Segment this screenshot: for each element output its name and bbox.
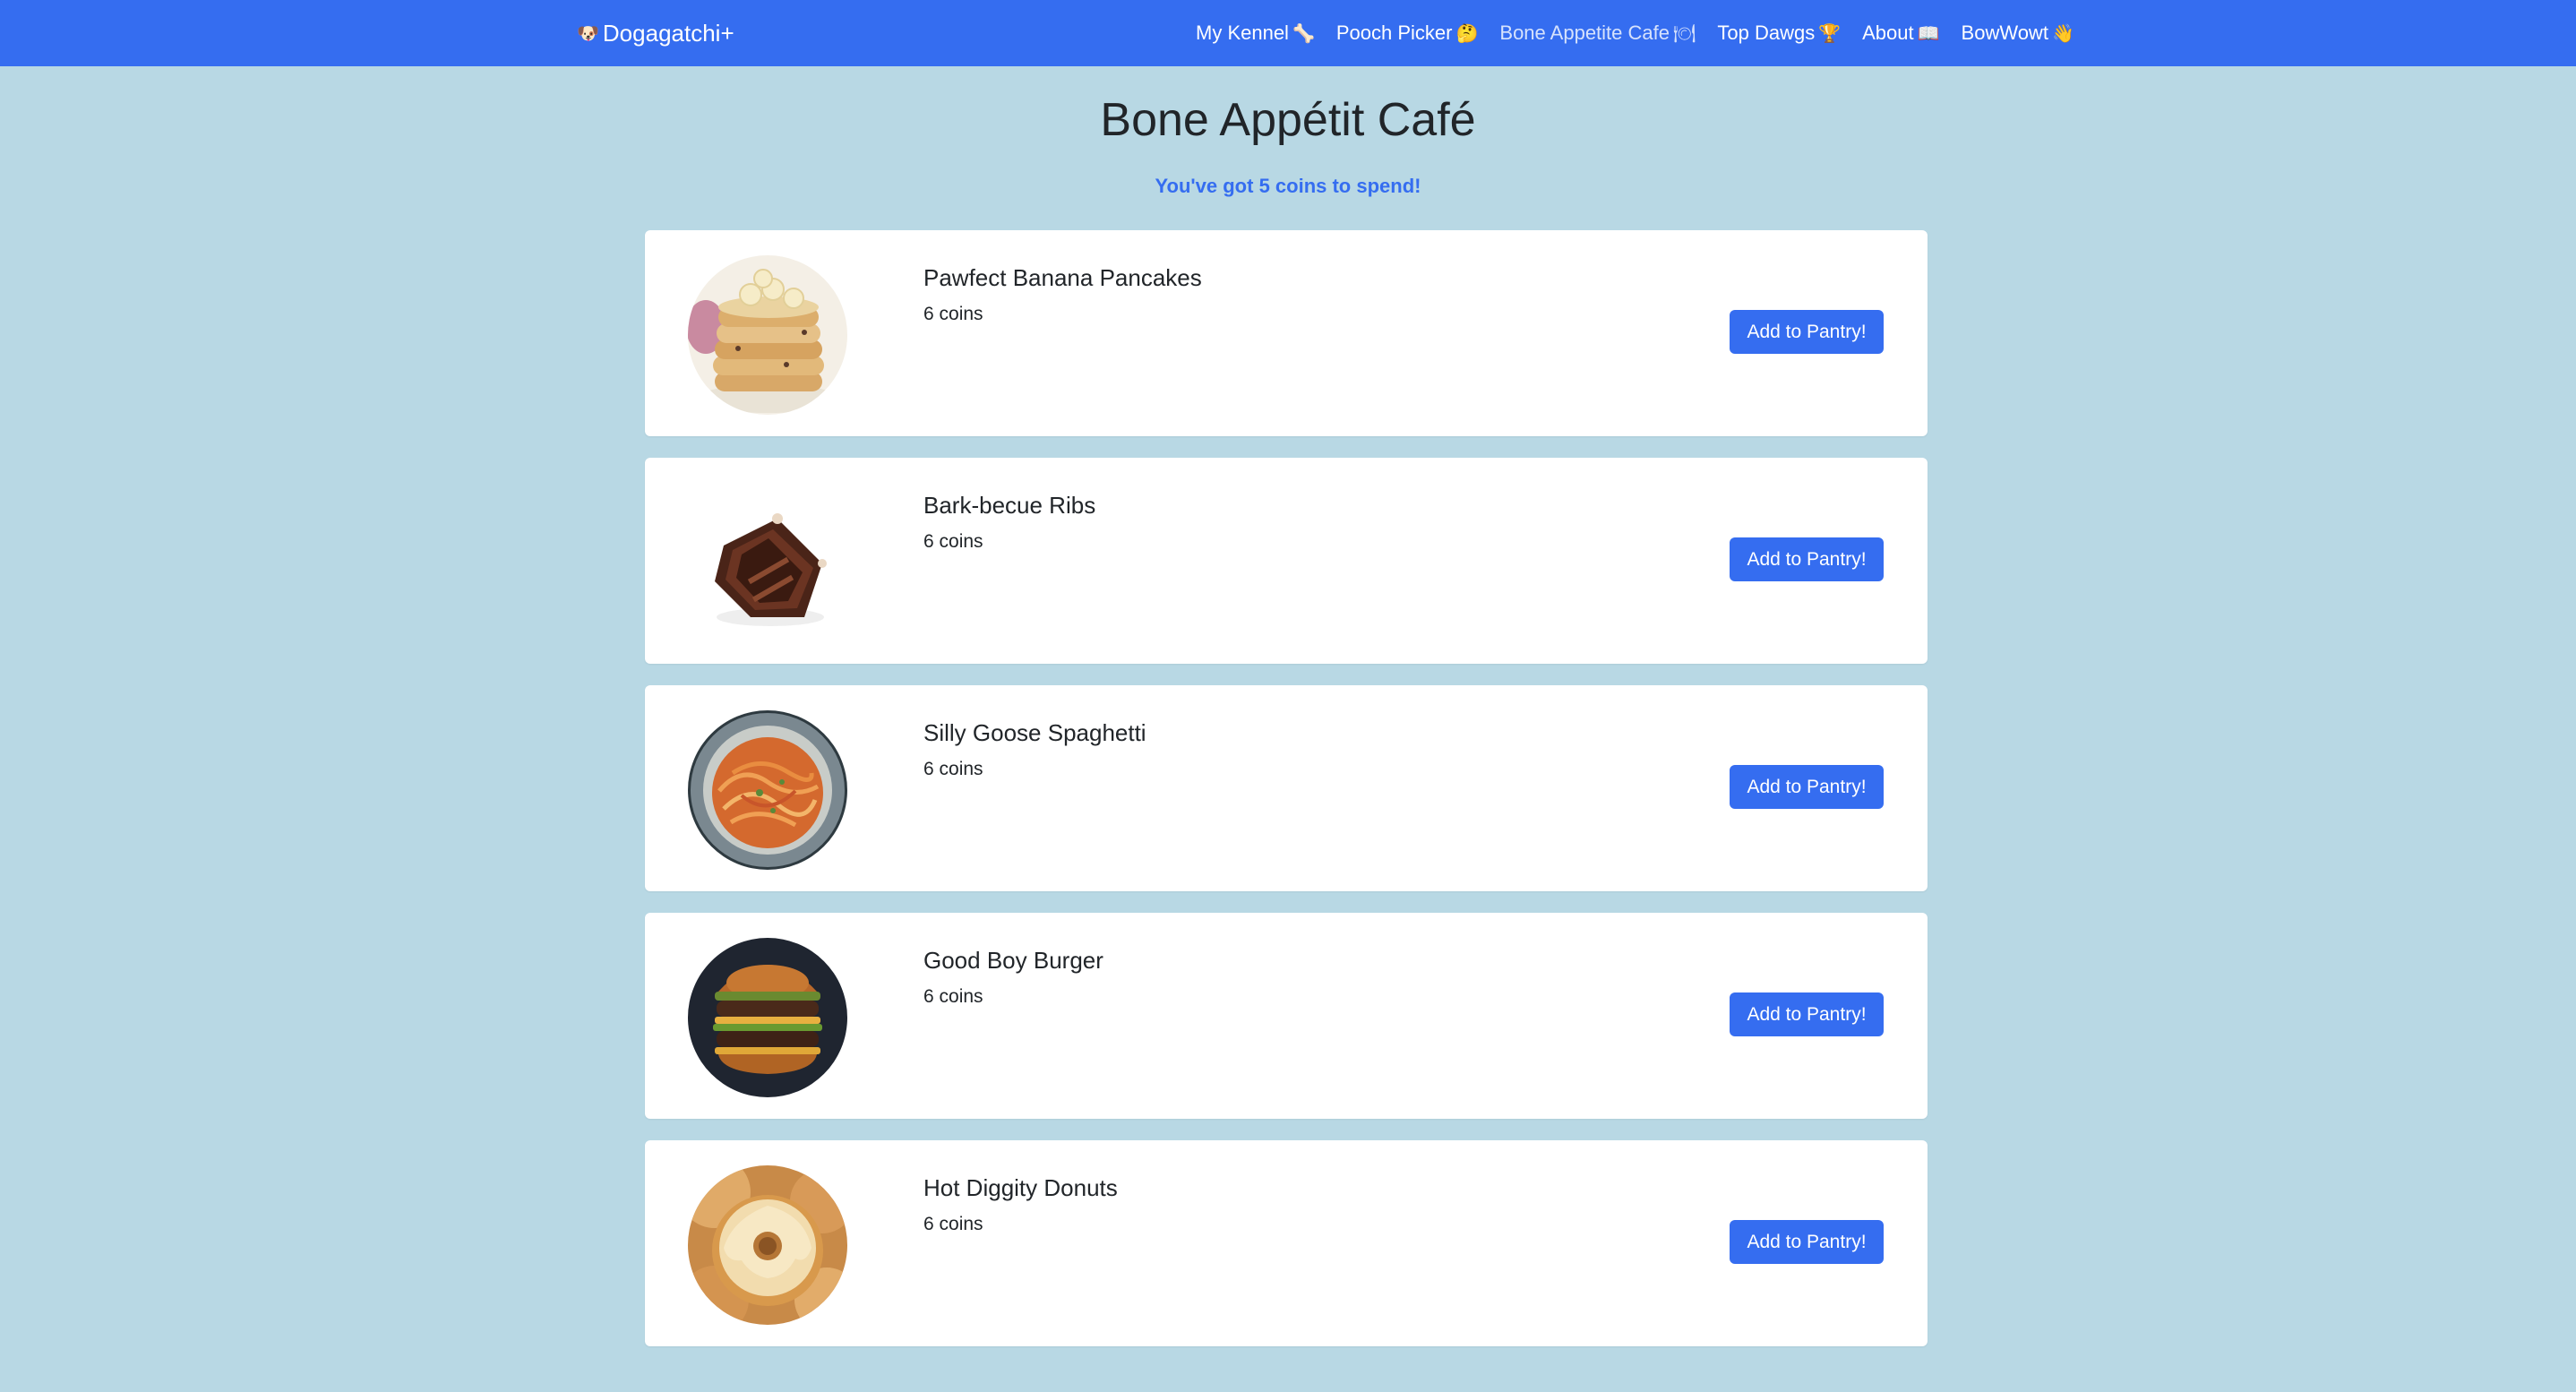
burger-photo — [688, 938, 847, 1097]
pancakes-photo — [688, 255, 847, 415]
food-name: Silly Goose Spaghetti — [923, 719, 1146, 746]
brand-label: Dogagatchi+ — [602, 19, 734, 47]
menu-list: Pawfect Banana Pancakes 6 coins Add to P… — [645, 230, 1928, 1368]
book-icon: 📖 — [1917, 22, 1940, 44]
nav-link-bone-appetite-cafe[interactable]: Bone Appetite Cafe 🍽 — [1499, 21, 1699, 45]
top-navbar: 🐶 Dogagatchi+ My Kennel 🦴 Pooch Picker 🤔… — [0, 0, 2576, 66]
food-name: Good Boy Burger — [923, 947, 1103, 974]
menu-card: Silly Goose Spaghetti 6 coins Add to Pan… — [645, 685, 1928, 891]
menu-card: Bark-becue Ribs 6 coins Add to Pantry! — [645, 458, 1928, 664]
nav-link-pooch-picker[interactable]: Pooch Picker 🤔 — [1336, 21, 1482, 45]
add-to-pantry-button[interactable]: Add to Pantry! — [1730, 765, 1884, 809]
bone-icon: 🦴 — [1292, 22, 1315, 44]
page-title: Bone Appétit Café — [1100, 94, 1476, 146]
food-price: 6 coins — [923, 304, 983, 324]
menu-card: Hot Diggity Donuts 6 coins Add to Pantry… — [645, 1140, 1928, 1346]
menu-card: Pawfect Banana Pancakes 6 coins Add to P… — [645, 230, 1928, 436]
menu-card: Good Boy Burger 6 coins Add to Pantry! — [645, 913, 1928, 1119]
food-price: 6 coins — [923, 986, 983, 1007]
nav-link-label: BowWowt — [1961, 21, 2048, 44]
trophy-icon: 🏆 — [1818, 22, 1842, 44]
nav-link-my-kennel[interactable]: My Kennel 🦴 — [1196, 21, 1318, 45]
nav-link-label: About — [1862, 21, 1914, 44]
nav-link-label: Pooch Picker — [1335, 21, 1453, 44]
dog-face-icon: 🐶 — [577, 22, 599, 44]
spaghetti-photo — [688, 710, 847, 870]
nav-link-label: My Kennel — [1196, 21, 1289, 44]
brand-link[interactable]: 🐶 Dogagatchi+ — [573, 18, 734, 48]
ribs-photo — [688, 483, 847, 642]
add-to-pantry-button[interactable]: Add to Pantry! — [1730, 310, 1884, 354]
add-to-pantry-button[interactable]: Add to Pantry! — [1730, 537, 1884, 581]
food-price: 6 coins — [923, 1214, 983, 1234]
nav-link-bowwowt[interactable]: BowWowt 👋 — [1962, 21, 2078, 45]
coins-message: You've got 5 coins to spend! — [1155, 175, 1421, 197]
nav-links: My Kennel 🦴 Pooch Picker 🤔 Bone Appetite… — [1196, 18, 2078, 48]
food-price: 6 coins — [923, 531, 983, 552]
add-to-pantry-button[interactable]: Add to Pantry! — [1730, 992, 1884, 1036]
nav-link-label: Bone Appetite Cafe — [1499, 21, 1670, 44]
add-to-pantry-button[interactable]: Add to Pantry! — [1730, 1220, 1884, 1264]
food-name: Bark-becue Ribs — [923, 492, 1096, 519]
food-price: 6 coins — [923, 759, 983, 779]
thinking-face-icon: 🤔 — [1455, 22, 1479, 44]
nav-link-label: Top Dawgs — [1717, 21, 1816, 44]
food-name: Hot Diggity Donuts — [923, 1174, 1118, 1201]
plate-icon: 🍽 — [1672, 22, 1696, 44]
donuts-photo — [688, 1165, 847, 1325]
food-name: Pawfect Banana Pancakes — [923, 264, 1202, 291]
nav-link-about[interactable]: About 📖 — [1862, 21, 1943, 45]
nav-link-top-dawgs[interactable]: Top Dawgs 🏆 — [1717, 21, 1844, 45]
waving-hand-icon: 👋 — [2051, 22, 2074, 44]
